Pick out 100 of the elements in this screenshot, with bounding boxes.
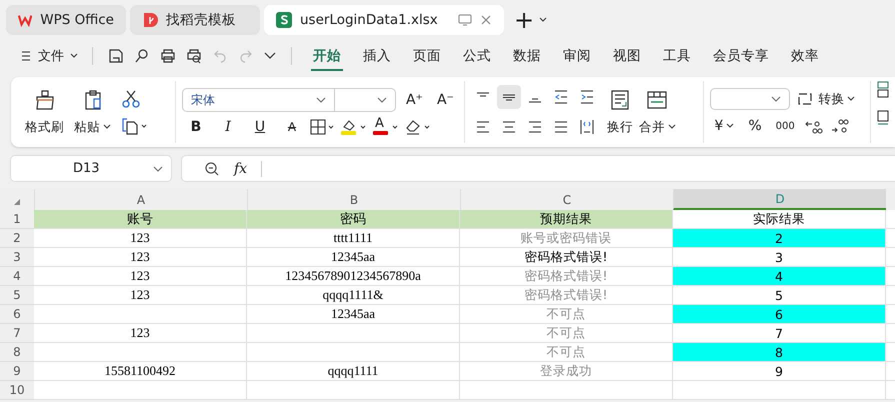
row-header[interactable]: 7	[0, 324, 34, 343]
save-icon[interactable]	[108, 48, 124, 64]
close-icon[interactable]	[480, 14, 492, 26]
new-tab-button[interactable]: +	[514, 8, 534, 32]
decrease-font-button[interactable]: A⁻	[432, 92, 458, 108]
table-cell: 密码	[247, 210, 460, 229]
chevron-down-icon[interactable]	[264, 52, 276, 60]
row-header[interactable]: 6	[0, 305, 34, 324]
thousands-button[interactable]: 000	[772, 120, 799, 132]
function-button[interactable]: fx	[234, 160, 248, 176]
row-header[interactable]: 3	[0, 248, 34, 267]
ribbon-tab[interactable]: 插入	[361, 41, 393, 71]
file-menu[interactable]: 文件	[18, 47, 82, 65]
chevron-down-icon	[771, 96, 782, 102]
align-middle-icon[interactable]	[496, 85, 521, 109]
table-cell: 12345aa	[247, 305, 460, 324]
caret-icon	[668, 124, 676, 130]
table-cell: 不可点	[460, 324, 673, 343]
chevron-down-icon	[153, 166, 163, 172]
ribbon-tab[interactable]: 页面	[411, 41, 443, 71]
table-cell: 8	[673, 343, 886, 362]
table-cell: 4	[673, 267, 886, 286]
table-cell: 预期结果	[460, 210, 673, 229]
wps-logo-icon	[18, 13, 32, 27]
chevron-down-icon[interactable]	[538, 16, 548, 24]
select-all-icon[interactable]	[14, 199, 20, 205]
table-cell: 123	[34, 229, 247, 248]
fill-color-icon[interactable]	[340, 118, 368, 136]
print-preview-icon[interactable]	[186, 48, 202, 64]
table-cell: 不可点	[460, 305, 673, 324]
paintbrush-icon	[34, 88, 56, 110]
increase-font-button[interactable]: A⁺	[402, 92, 427, 108]
table-cell: 账号或密码错误	[460, 229, 673, 248]
cell-style-icon[interactable]	[877, 109, 889, 127]
chevron-down-icon	[376, 97, 387, 103]
percent-button[interactable]: %	[744, 118, 766, 134]
wrap-text-button[interactable]: 换行	[606, 88, 633, 136]
document-tab[interactable]: WPS Office	[6, 5, 126, 35]
row-header[interactable]: 5	[0, 286, 34, 305]
table-cell: 密码格式错误!	[460, 248, 673, 267]
currency-button[interactable]: ¥	[710, 118, 738, 134]
table-cell: qqqq1111	[247, 362, 460, 381]
name-box[interactable]: D13	[10, 155, 172, 182]
table-cell: 账号	[34, 210, 247, 229]
table-cell: 123	[34, 267, 247, 286]
row-header[interactable]: 1	[0, 210, 34, 229]
table-cell: 12345678901234567890a	[247, 267, 460, 286]
document-tab[interactable]: userLoginData1.xlsx	[264, 5, 504, 35]
formula-input[interactable]: fx	[181, 155, 895, 182]
row-header[interactable]: 9	[0, 362, 34, 381]
chevron-down-icon	[316, 97, 326, 103]
table-cell: tttt1111	[247, 229, 460, 248]
paste-button[interactable]: 粘贴	[74, 88, 111, 136]
font-color-button[interactable]: A	[372, 118, 400, 136]
table-cell: 123	[34, 286, 247, 305]
text-style-button[interactable]: A	[278, 120, 306, 134]
zoom-icon[interactable]	[204, 160, 220, 176]
print-icon[interactable]	[160, 48, 176, 64]
table-cell: 123	[34, 324, 247, 343]
merge-cells-icon	[646, 88, 668, 110]
convert-icon	[796, 91, 814, 107]
template-logo-icon	[142, 12, 158, 28]
ribbon-tab[interactable]: 工具	[661, 41, 693, 71]
ribbon-tab[interactable]: 效率	[789, 41, 821, 71]
row-header[interactable]: 2	[0, 229, 34, 248]
table-cell: 6	[673, 305, 886, 324]
monitor-icon[interactable]	[458, 14, 472, 26]
table-cell: 不可点	[460, 343, 673, 362]
document-tab[interactable]: 找稻壳模板	[130, 5, 260, 35]
text-style-button[interactable]: B	[182, 119, 210, 135]
eraser-icon[interactable]	[404, 118, 432, 136]
table-cell: 15581100492	[34, 362, 247, 381]
copy-icon[interactable]	[121, 117, 149, 135]
menu-icon	[22, 51, 32, 61]
ribbon-tab[interactable]: 审阅	[561, 41, 593, 71]
table-cell: 12345aa	[247, 248, 460, 267]
table-cell: 2	[673, 229, 886, 248]
wrap-text-icon	[608, 88, 631, 110]
ribbon-tab[interactable]: 开始	[311, 41, 343, 71]
table-style-icon[interactable]	[877, 81, 889, 99]
convert-button[interactable]: 转换	[796, 90, 856, 108]
ribbon-tab[interactable]: 公式	[461, 41, 493, 71]
cut-icon[interactable]	[121, 89, 141, 109]
ribbon-tab[interactable]: 数据	[511, 41, 543, 71]
row-header[interactable]: 8	[0, 343, 34, 362]
table-cell: 123	[34, 248, 247, 267]
spreadsheet-logo-icon	[276, 12, 292, 28]
row-header[interactable]: 10	[0, 381, 34, 400]
merge-button[interactable]: 合并	[638, 88, 676, 136]
table-cell: 登录成功	[460, 362, 673, 381]
borders-icon[interactable]	[310, 119, 336, 135]
text-style-button[interactable]: I	[214, 119, 242, 135]
table-cell: 9	[673, 362, 886, 381]
caret-icon	[70, 53, 78, 59]
ribbon-tab[interactable]: 视图	[611, 41, 643, 71]
caret-icon	[726, 123, 734, 129]
row-header[interactable]: 4	[0, 267, 34, 286]
format-painter-button[interactable]: 格式刷	[25, 88, 64, 136]
text-style-button[interactable]: U	[246, 119, 274, 135]
ribbon-tab[interactable]: 会员专享	[711, 41, 771, 71]
